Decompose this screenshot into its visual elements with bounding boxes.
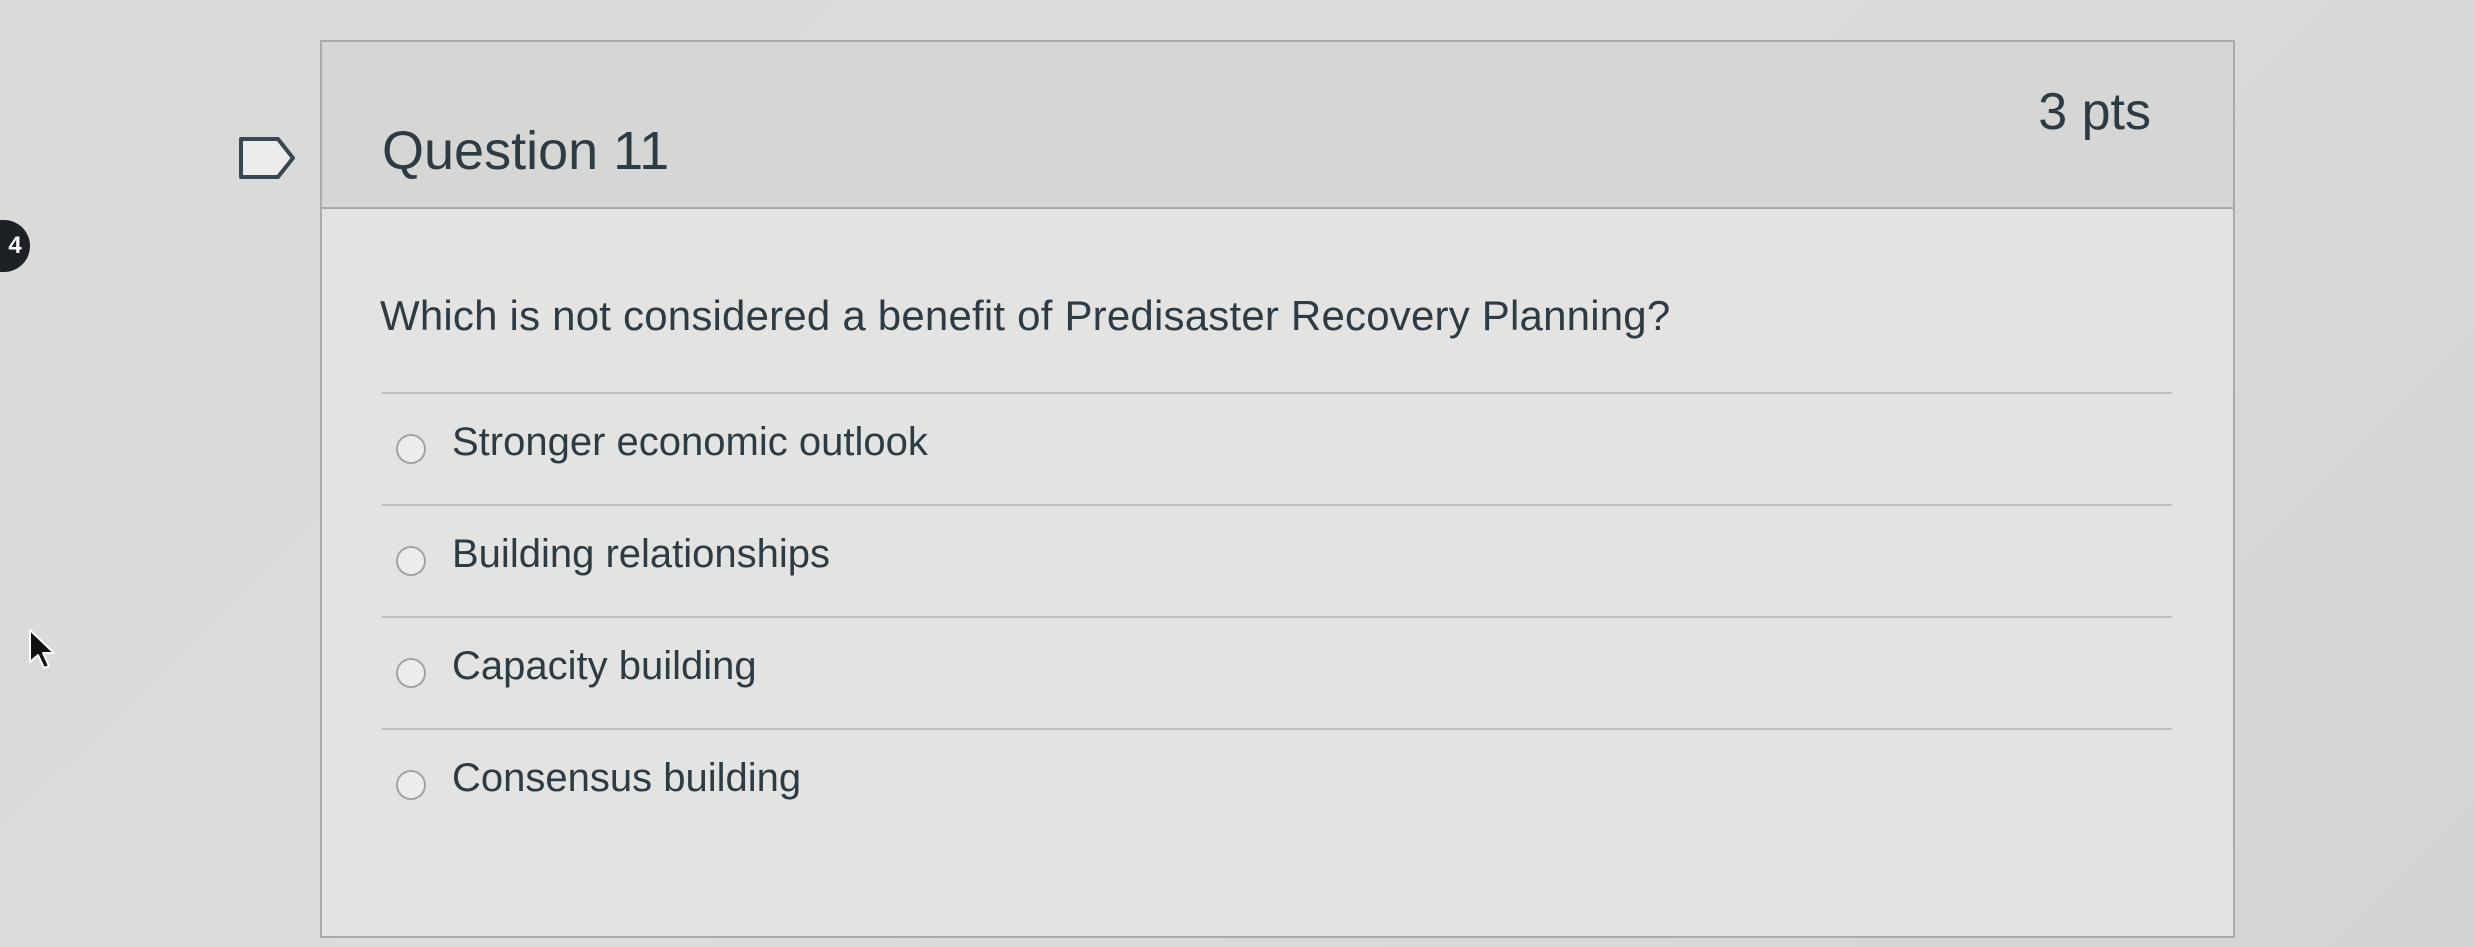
question-prompt: Which is not considered a benefit of Pre… (380, 292, 1671, 339)
radio-button[interactable] (396, 546, 426, 576)
radio-button[interactable] (396, 434, 426, 464)
answer-option[interactable]: Consensus building (382, 728, 2172, 840)
answer-option[interactable]: Stronger economic outlook (382, 392, 2172, 504)
answer-label[interactable]: Building relationships (452, 532, 830, 577)
answer-label[interactable]: Consensus building (452, 756, 801, 801)
radio-button[interactable] (396, 770, 426, 800)
question-card: Question 11 3 pts Which is not considere… (320, 40, 2235, 938)
answer-label[interactable]: Stronger economic outlook (452, 420, 928, 465)
flag-question-icon[interactable] (238, 136, 296, 180)
answer-option[interactable]: Building relationships (382, 504, 2172, 616)
question-number-badge[interactable]: 4 (0, 220, 30, 272)
answer-list: Stronger economic outlook Building relat… (382, 392, 2172, 840)
answer-label[interactable]: Capacity building (452, 644, 757, 689)
question-header: Question 11 3 pts (322, 42, 2233, 209)
mouse-pointer-icon (29, 629, 55, 669)
radio-button[interactable] (396, 658, 426, 688)
answer-option[interactable]: Capacity building (382, 616, 2172, 728)
question-points: 3 pts (2038, 83, 2151, 141)
question-title: Question 11 (382, 121, 670, 181)
